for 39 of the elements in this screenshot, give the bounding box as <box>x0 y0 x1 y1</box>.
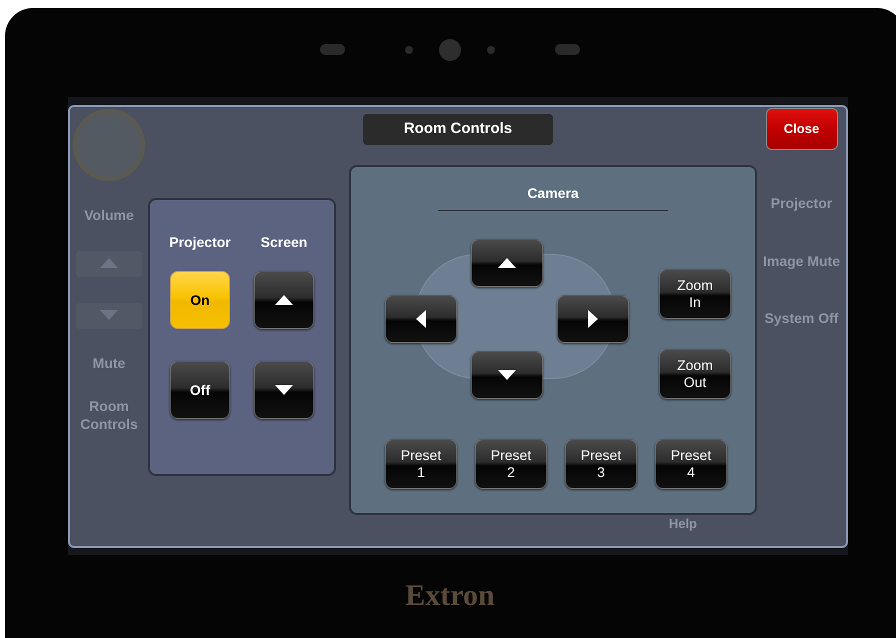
preset-button[interactable]: Preset 1 <box>385 439 457 489</box>
close-button[interactable]: Close <box>766 108 838 150</box>
brand-logo: Extron <box>405 578 495 614</box>
preset-button[interactable]: Preset 3 <box>565 439 637 489</box>
down-triangle-icon <box>498 368 516 382</box>
zoom-button[interactable]: Zoom In <box>659 269 731 319</box>
camera-lens-icon <box>439 38 461 60</box>
pan-down-button[interactable] <box>471 351 543 399</box>
dimmed-label: System Off <box>764 310 838 328</box>
camera-title: Camera <box>527 184 579 203</box>
column-heading: Projector <box>169 233 231 252</box>
dimmed-label: Mute <box>92 354 126 372</box>
screen-down-button[interactable] <box>254 361 314 419</box>
projector-power-button[interactable]: On <box>170 271 230 329</box>
preset-button[interactable]: Preset 2 <box>475 439 547 489</box>
sensor-icon <box>405 46 413 54</box>
dimmed-label: Volume <box>84 207 134 224</box>
right-triangle-icon <box>586 310 600 328</box>
dimmed-label: Help <box>668 517 697 530</box>
sensor-icon <box>487 46 495 54</box>
dimmed-label: Room Controls <box>79 398 139 433</box>
pan-up-button[interactable] <box>471 239 543 287</box>
popup-title: Room Controls <box>363 114 553 145</box>
up-triangle-icon <box>275 292 293 308</box>
column-heading: Screen <box>260 233 308 252</box>
pan-right-button[interactable] <box>557 295 629 343</box>
left-triangle-icon <box>414 310 428 328</box>
pan-left-button[interactable] <box>385 295 457 343</box>
screen-up-button[interactable] <box>254 271 314 329</box>
projector-power-button[interactable]: Off <box>170 361 230 419</box>
dimmed-label: Image Mute <box>762 252 840 270</box>
zoom-button[interactable]: Zoom Out <box>659 349 731 399</box>
up-triangle-icon <box>498 256 516 270</box>
dimmed-label: Projector <box>770 195 832 212</box>
down-triangle-icon <box>275 382 293 398</box>
preset-button[interactable]: Preset 4 <box>655 439 727 489</box>
sensor-icon <box>555 44 580 55</box>
sensor-icon <box>320 44 345 55</box>
up-triangle-icon <box>100 256 118 271</box>
